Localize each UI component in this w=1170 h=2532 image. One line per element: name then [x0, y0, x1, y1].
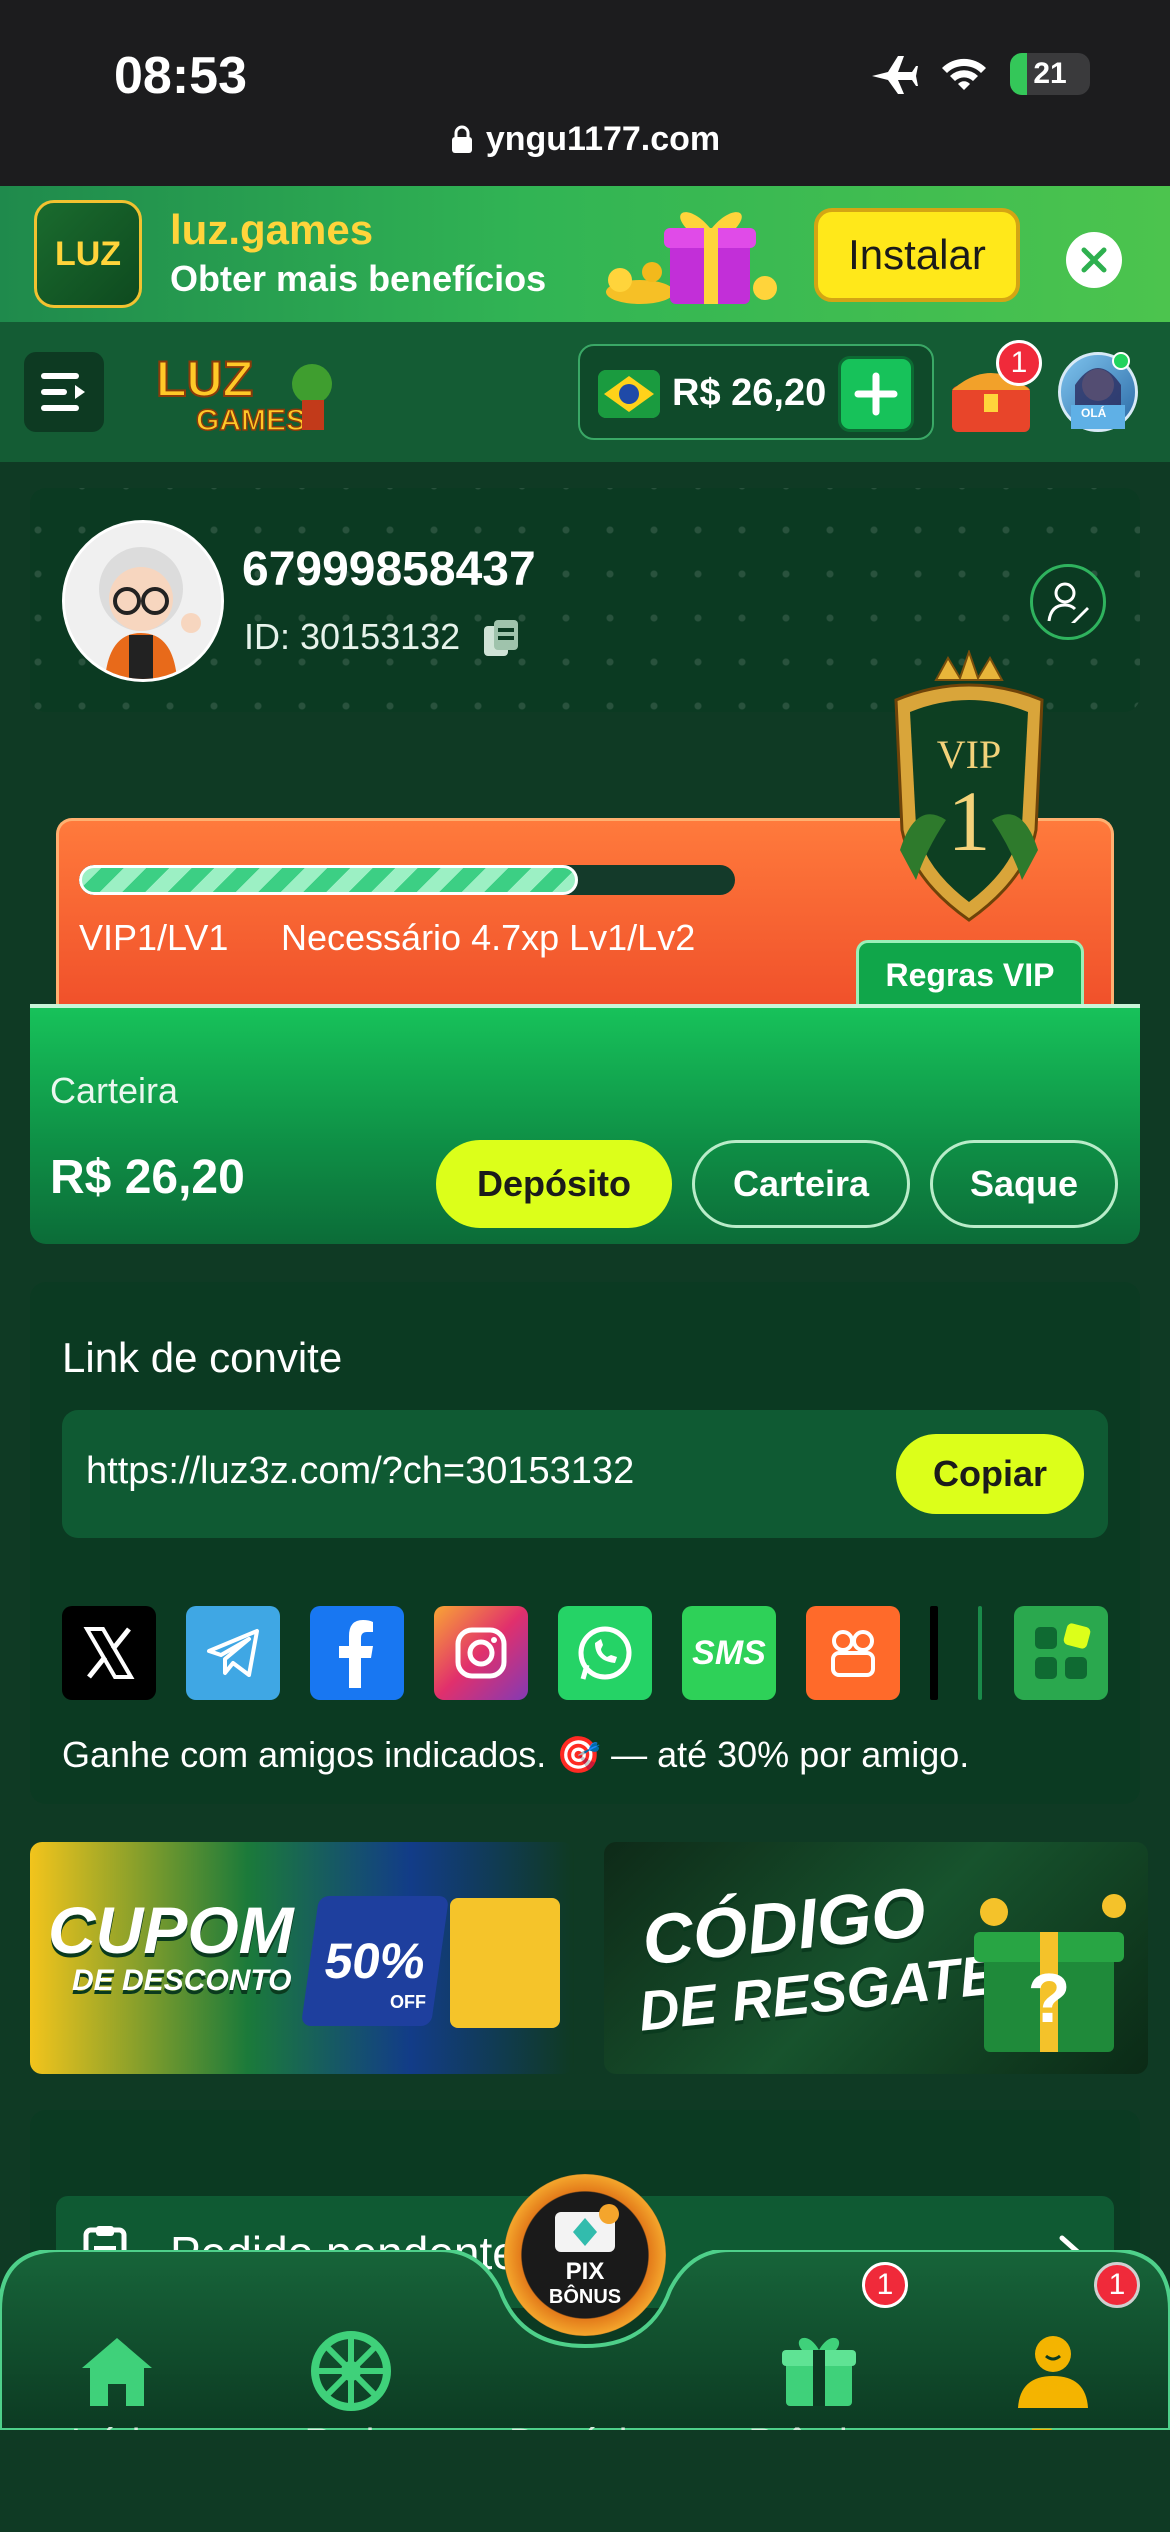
- mystery-gift-icon: ?: [974, 1894, 1126, 2052]
- online-indicator: [1112, 352, 1130, 370]
- deposit-button[interactable]: Depósito: [436, 1140, 672, 1228]
- url-bar[interactable]: yngu1177.com: [0, 120, 1170, 159]
- app-logo-icon: LUZ: [34, 200, 142, 308]
- discount-off: OFF: [390, 1992, 426, 2012]
- invite-title: Link de convite: [62, 1334, 343, 1381]
- svg-text:LUZ: LUZ: [156, 351, 253, 407]
- wheel-icon: [311, 2331, 391, 2411]
- share-facebook-button[interactable]: [310, 1606, 404, 1700]
- install-app-name: luz.games: [170, 206, 374, 253]
- invite-note: Ganhe com amigos indicados. 🎯 — até 30% …: [62, 1734, 970, 1775]
- wallet-amount: R$ 26,20: [50, 1151, 245, 1204]
- wallet-card: Carteira R$ 26,20 Depósito Carteira Saqu…: [30, 1004, 1140, 1244]
- svg-text:?: ?: [1028, 1959, 1071, 2037]
- share-telegram-button[interactable]: [186, 1606, 280, 1700]
- copy-id-icon[interactable]: [480, 616, 524, 660]
- share-sms-button[interactable]: SMS: [682, 1606, 776, 1700]
- status-bar: 08:53 21 yngu1177.com: [0, 0, 1170, 186]
- install-button[interactable]: Instalar: [814, 208, 1020, 302]
- withdraw-button[interactable]: Saque: [930, 1140, 1118, 1228]
- menu-icon: [41, 373, 85, 411]
- install-banner: LUZ luz.games Obter mais benefícios Inst…: [0, 186, 1170, 322]
- brazil-flag-icon: [598, 370, 660, 418]
- x-icon: [83, 1627, 135, 1679]
- avatar-label: OLÁ: [1081, 405, 1107, 420]
- gift-box-icon: [606, 212, 777, 304]
- close-icon: [1081, 247, 1107, 273]
- pix-label: PIX: [565, 2257, 605, 2285]
- menu-button[interactable]: [24, 352, 104, 432]
- share-more-button[interactable]: [1014, 1606, 1108, 1700]
- vip-progress-bar: [79, 865, 735, 895]
- edit-profile-button[interactable]: [1030, 564, 1106, 640]
- lock-icon: [451, 125, 472, 153]
- vip-progress-fill: [79, 865, 578, 895]
- page-footer-area: [0, 2430, 1170, 2532]
- header-balance-value: R$ 26,20: [672, 372, 827, 414]
- user-icon: [1018, 2336, 1088, 2408]
- vip-shield-badge-icon: VIP 1: [894, 650, 1044, 922]
- notification-badge: 1: [996, 340, 1042, 386]
- wallet-button[interactable]: Carteira: [692, 1140, 910, 1228]
- profile-username: 67999858437: [242, 543, 536, 596]
- exclusive-coupon-card: [450, 1898, 560, 2028]
- sms-icon: SMS: [692, 1633, 766, 1672]
- copy-link-button[interactable]: Copiar: [896, 1434, 1084, 1514]
- wallet-label: Carteira: [50, 1070, 179, 1111]
- home-icon: [82, 2338, 152, 2406]
- coupon-subtitle: DE DESCONTO: [72, 1964, 292, 1997]
- kwai-icon: [831, 1630, 875, 1677]
- install-subtitle: Obter mais benefícios: [170, 258, 547, 299]
- invite-card: Link de convite https://luz3z.com/?ch=30…: [30, 1282, 1140, 1804]
- coupon-title: CUPOM: [48, 1893, 294, 1967]
- telegram-icon: [207, 1629, 259, 1677]
- vip-badge-text: VIP: [937, 732, 1001, 777]
- share-more-edge: [930, 1606, 938, 1700]
- prizes-badge: 1: [862, 2262, 908, 2308]
- whatsapp-icon: [578, 1626, 632, 1680]
- edit-user-icon: [1047, 582, 1089, 623]
- coupon-banner[interactable]: CUPOM DE DESCONTO 50% OFF: [30, 1842, 574, 2074]
- airplane-icon: [872, 56, 918, 94]
- status-icons: 21: [868, 52, 1090, 96]
- gift-icon: [782, 2337, 856, 2406]
- share-whatsapp-button[interactable]: [558, 1606, 652, 1700]
- instagram-icon: [455, 1627, 507, 1679]
- close-banner-button[interactable]: [1066, 232, 1122, 288]
- invite-link[interactable]: https://luz3z.com/?ch=30153132: [86, 1450, 634, 1493]
- app-header: LUZ GAMES R$ 26,20 1 OLÁ: [0, 322, 1170, 462]
- share-instagram-button[interactable]: [434, 1606, 528, 1700]
- vip-badge-number: 1: [948, 773, 991, 869]
- profile-id: ID: 30153132: [244, 616, 461, 657]
- status-time: 08:53: [114, 47, 247, 105]
- header-balance[interactable]: R$ 26,20: [578, 344, 934, 440]
- battery-fill: [1010, 53, 1027, 95]
- facebook-icon: [339, 1620, 373, 1688]
- pix-bonus-button[interactable]: PIX BÔNUS: [504, 2174, 666, 2336]
- profile-avatar[interactable]: [62, 520, 224, 682]
- discount-value: 50%: [321, 1933, 429, 1989]
- vip-requirement-text: Necessário 4.7xp Lv1/Lv2: [281, 917, 696, 958]
- pix-bonus-label: BÔNUS: [548, 2285, 622, 2308]
- url-text: yngu1177.com: [485, 120, 721, 158]
- redeem-code-banner[interactable]: CÓDIGO DE RESGATE ?: [604, 1842, 1148, 2074]
- me-badge: 1: [1094, 2262, 1140, 2308]
- battery-indicator: 21: [1010, 53, 1090, 95]
- add-funds-button[interactable]: [838, 356, 914, 432]
- share-x-button[interactable]: [62, 1606, 156, 1700]
- invite-link-box: https://luz3z.com/?ch=30153132 Copiar: [62, 1410, 1108, 1538]
- battery-level: 21: [1033, 57, 1067, 90]
- share-kwai-button[interactable]: [806, 1606, 900, 1700]
- svg-text:GAMES: GAMES: [196, 404, 306, 437]
- pix-bonus-icon: [555, 2203, 619, 2252]
- vip-level-text: VIP1/LV1: [79, 917, 229, 958]
- vip-rules-button[interactable]: Regras VIP: [856, 940, 1084, 1008]
- plus-icon: [854, 372, 898, 416]
- more-apps-icon: [1035, 1623, 1091, 1679]
- luz-games-logo[interactable]: LUZ GAMES: [152, 344, 342, 440]
- share-divider: [978, 1606, 982, 1700]
- discount-ticket: 50%: [300, 1896, 450, 2026]
- wifi-icon: [942, 58, 986, 90]
